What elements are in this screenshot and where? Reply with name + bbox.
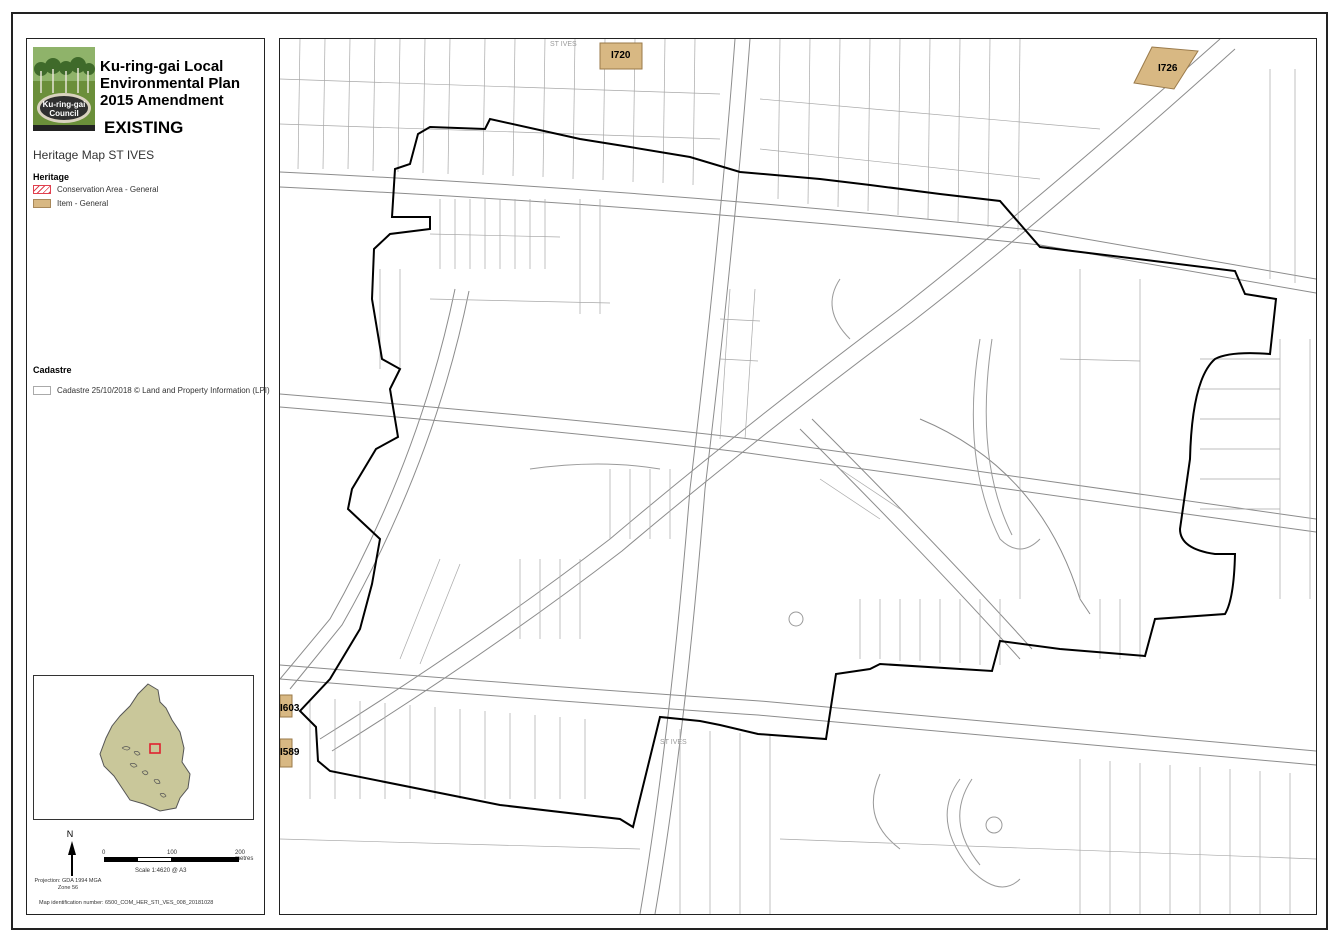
map-id-text: Map identification number: 6500_COM_HER_… (39, 900, 214, 906)
locality-inset-map (33, 675, 254, 820)
projection-text: Projection: GDA 1994 MGA Zone 56 (34, 878, 102, 891)
scale-tick-100: 100 (167, 850, 178, 856)
cadastre-map (280, 39, 1316, 914)
map-title: Heritage Map ST IVES (33, 148, 155, 162)
scale-bar (104, 857, 239, 862)
street-label-st-ives-south: ST IVES (660, 739, 687, 746)
plan-title: Ku-ring-gai Local Environmental Plan 201… (100, 58, 241, 109)
heritage-item-label-i726[interactable]: I726 (1158, 63, 1177, 74)
scale-tick-0: 0 (102, 850, 106, 856)
heritage-item-label-i720[interactable]: I720 (611, 50, 630, 61)
legend-cadastre-heading: Cadastre (33, 365, 72, 375)
council-logo-text: Ku-ring-gai Council (42, 100, 86, 118)
plan-status: EXISTING (104, 118, 184, 137)
heritage-item-label-i603[interactable]: I603 (280, 703, 299, 714)
heritage-item-label-i589[interactable]: I589 (280, 747, 299, 758)
cadastre-swatch (33, 386, 51, 395)
north-arrow-icon (68, 841, 76, 855)
legend-heritage-heading: Heritage (33, 172, 70, 182)
street-label-st-ives-north: ST IVES (550, 41, 577, 48)
map-panel[interactable]: I720 I726 I603 I589 ST IVES ST IVES (279, 38, 1317, 915)
north-label: N (66, 829, 74, 839)
scale-tick-200: 200 metres (235, 850, 254, 862)
item-swatch (33, 199, 51, 208)
scale-text: Scale 1:4620 @ A3 (135, 868, 187, 874)
legend-panel: Ku-ring-gai Council Ku-ring-gai Local En… (26, 38, 270, 915)
lga-outline (99, 683, 191, 812)
conservation-swatch (33, 185, 51, 194)
trees-icon (34, 57, 95, 93)
council-logo: Ku-ring-gai Council (33, 47, 95, 131)
